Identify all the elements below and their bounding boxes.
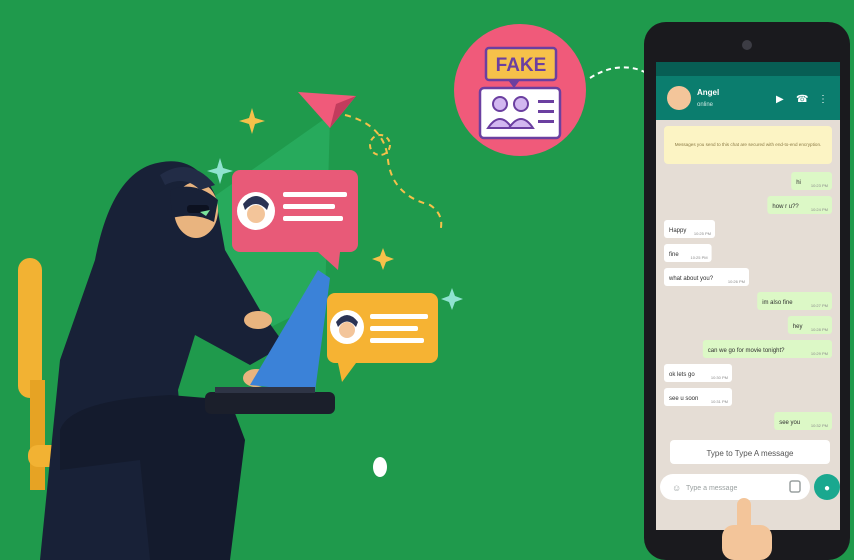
message-text: see u soon: [669, 396, 698, 402]
encryption-notice-text: Messages you send to this chat are secur…: [675, 142, 822, 147]
message-time: 10:25 PM: [694, 231, 711, 236]
message-time: 10:27 PM: [811, 303, 828, 308]
message-text: ok lets go: [669, 372, 695, 378]
id-line-3: [538, 120, 554, 123]
contact-status: online: [697, 102, 714, 108]
pink-avatar-face: [247, 205, 265, 223]
message-text: can we go for movie tonight?: [708, 348, 785, 354]
laptop-keyboard: [215, 387, 315, 393]
hand-palm: [722, 525, 772, 560]
message-text: hi: [796, 180, 801, 186]
contact-name: Angel: [697, 88, 719, 97]
contact-avatar[interactable]: [667, 86, 691, 110]
id-line-1: [538, 100, 554, 103]
message-text: im also fine: [762, 300, 793, 306]
message-time: 10:26 PM: [728, 279, 745, 284]
message-time: 10:28 PM: [811, 327, 828, 332]
hacker-fake-profile-illustration: FAKE Angel online ▶ ☎ ⋮ Messages you sen…: [0, 0, 854, 560]
white-dot: [373, 457, 387, 477]
hacker-hand-upper: [244, 311, 272, 329]
type-banner-text: Type to Type A message: [706, 449, 794, 458]
message-text: fine: [669, 252, 679, 258]
status-bar: [656, 62, 840, 76]
message-time: 10:30 PM: [711, 375, 728, 380]
message-time: 10:31 PM: [711, 399, 728, 404]
id-photo-head-2: [513, 96, 529, 112]
message-text: see you: [779, 420, 800, 426]
yellow-text-line-1: [370, 314, 428, 319]
fake-label: FAKE: [496, 55, 547, 76]
phone-camera: [742, 40, 752, 50]
message-time: 10:23 PM: [811, 183, 828, 188]
video-call-icon[interactable]: ▶: [776, 94, 784, 105]
more-options-icon[interactable]: ⋮: [818, 94, 828, 105]
id-photo-head-1: [492, 96, 508, 112]
chair-post: [30, 380, 45, 490]
emoji-icon[interactable]: ☺: [672, 483, 681, 493]
message-text: Happy: [669, 228, 686, 234]
yellow-text-line-3: [370, 338, 424, 343]
pink-text-line-1: [283, 192, 347, 197]
yellow-avatar-face: [339, 322, 355, 338]
message-time: 10:32 PM: [811, 423, 828, 428]
mic-icon: ●: [824, 483, 830, 494]
message-text: how r u??: [772, 204, 799, 210]
laptop-base: [205, 392, 335, 414]
smartphone: Angel online ▶ ☎ ⋮ Messages you send to …: [644, 22, 850, 560]
yellow-text-line-2: [370, 326, 418, 331]
message-input-placeholder: Type a message: [686, 485, 737, 492]
pink-text-line-3: [283, 216, 343, 221]
id-line-2: [538, 110, 554, 113]
pink-text-line-2: [283, 204, 335, 209]
message-time: 10:29 PM: [811, 351, 828, 356]
chair-back: [18, 258, 42, 398]
message-text: what about you?: [668, 276, 714, 282]
message-text: hey: [793, 324, 803, 330]
message-time: 10:24 PM: [811, 207, 828, 212]
phone-call-icon[interactable]: ☎: [796, 94, 808, 105]
message-time: 10:25 PM: [690, 255, 707, 260]
